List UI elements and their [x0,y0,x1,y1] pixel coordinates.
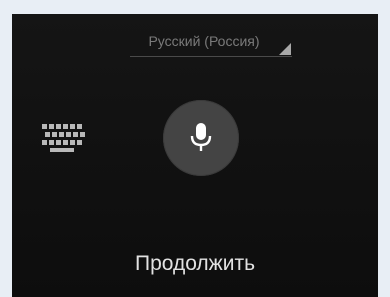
voice-input-panel: Русский (Россия) Продолжить [12,14,378,297]
language-label: Русский (Россия) [148,33,260,49]
language-selector[interactable]: Русский (Россия) [130,32,292,57]
continue-button[interactable]: Продолжить [12,252,378,276]
microphone-icon [190,123,212,151]
microphone-button[interactable] [163,100,239,176]
keyboard-icon[interactable] [42,124,86,152]
dropdown-triangle-icon [279,43,291,55]
